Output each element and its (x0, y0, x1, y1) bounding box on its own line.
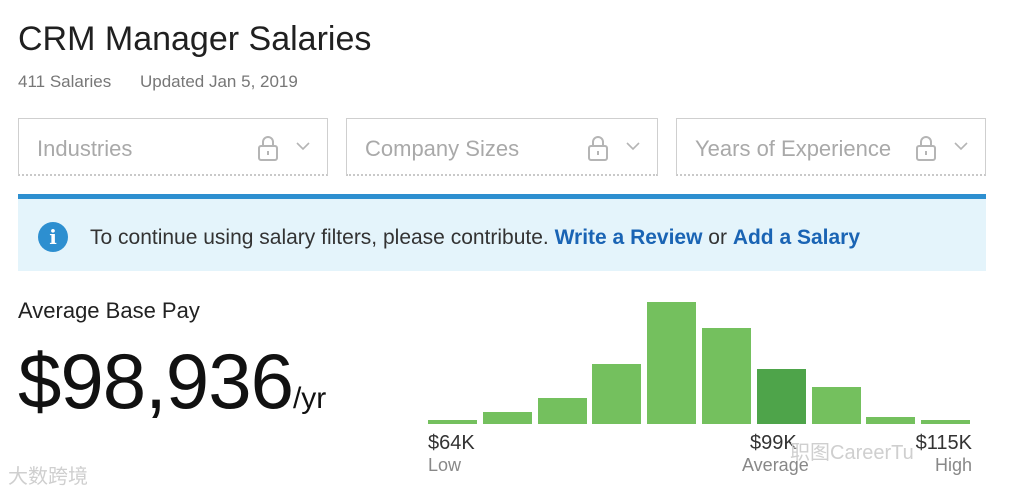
high-label: High (934, 455, 972, 475)
info-icon: i (38, 222, 68, 252)
average-base-pay-label: Average Base Pay (18, 298, 200, 323)
filter-company-sizes[interactable]: Company Sizes (346, 118, 658, 176)
meta-row: 411 Salaries Updated Jan 5, 2019 (18, 72, 322, 92)
histogram-bar (921, 420, 970, 424)
low-value: $64K (428, 432, 475, 454)
add-salary-link[interactable]: Add a Salary (733, 226, 860, 249)
histogram-bar (538, 398, 587, 424)
contribute-notice: i To continue using salary filters, plea… (18, 194, 986, 271)
lock-icon (588, 136, 608, 161)
watermark-left: 大数跨境 (8, 466, 88, 488)
updated-date: Updated Jan 5, 2019 (139, 72, 298, 91)
lock-icon (258, 136, 278, 161)
histogram-bar (702, 328, 751, 424)
histogram-bar (647, 302, 696, 424)
salary-histogram (428, 290, 976, 424)
filter-label: Years of Experience (695, 136, 892, 161)
histogram-bar (483, 412, 532, 424)
filter-bar: Industries Company Sizes Years of Experi… (18, 118, 986, 178)
histogram-bar (757, 369, 806, 424)
histogram-bar (428, 420, 477, 424)
high-value: $115K (915, 432, 972, 454)
notice-text: To continue using salary filters, please… (90, 226, 549, 249)
watermark-right: 职图CareerTu (790, 442, 914, 464)
filter-industries[interactable]: Industries (18, 118, 328, 176)
chevron-down-icon (296, 142, 310, 151)
write-review-link[interactable]: Write a Review (555, 226, 703, 249)
salary-unit: /yr (292, 382, 327, 415)
page-title: CRM Manager Salaries (18, 20, 372, 58)
notice-or: or (708, 226, 727, 249)
notice-message: To continue using salary filters, please… (90, 226, 860, 250)
chevron-down-icon (954, 142, 968, 151)
low-label: Low (428, 455, 462, 475)
filter-label: Industries (37, 136, 133, 161)
histogram-bar (592, 364, 641, 424)
average-salary: $98,936/yr (18, 336, 326, 427)
chevron-down-icon (626, 142, 640, 151)
filter-years-experience[interactable]: Years of Experience (676, 118, 986, 176)
histogram-bar (812, 387, 861, 424)
salary-count: 411 Salaries (18, 72, 112, 91)
salary-amount: $98,936 (18, 337, 294, 425)
filter-label: Company Sizes (365, 136, 520, 161)
lock-icon (916, 136, 936, 161)
histogram-bar (866, 417, 915, 424)
